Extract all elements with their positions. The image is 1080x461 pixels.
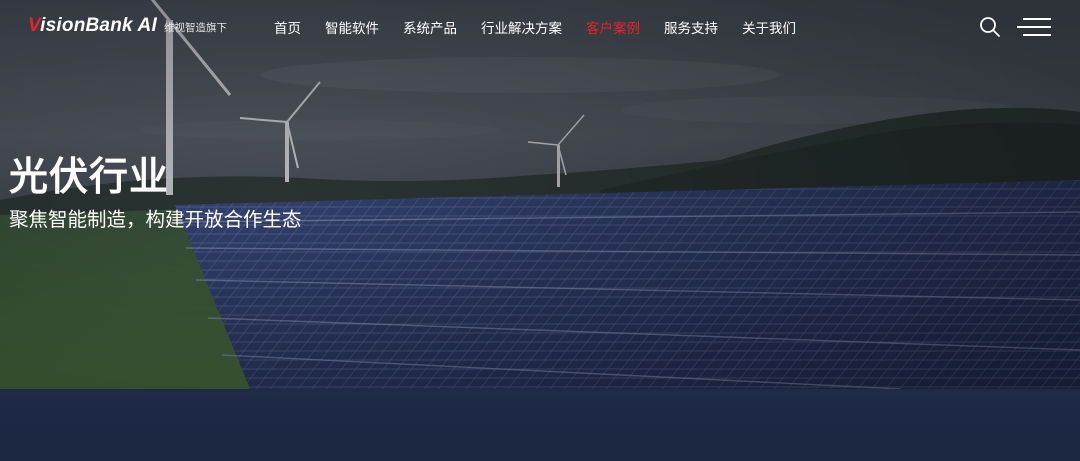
page: VisionBank AI 维视智造旗下 首页 智能软件 系统产品 行业解决方案… <box>0 0 1080 461</box>
hero-title: 光伏行业 <box>9 155 170 200</box>
main-nav: 首页 智能软件 系统产品 行业解决方案 客户案例 服务支持 关于我们 <box>274 17 820 37</box>
hamburger-menu-icon[interactable] <box>1017 17 1053 37</box>
nav-item-system-products[interactable]: 系统产品 <box>403 17 457 37</box>
logo-brand-initial: V <box>28 15 41 36</box>
nav-item-home[interactable]: 首页 <box>274 17 301 37</box>
nav-item-service-support[interactable]: 服务支持 <box>664 17 718 37</box>
logo-brand: VisionBank AI <box>28 15 157 37</box>
nav-item-industry-solutions[interactable]: 行业解决方案 <box>481 17 562 37</box>
nav-item-about-us[interactable]: 关于我们 <box>742 17 796 37</box>
nav-item-smart-software[interactable]: 智能软件 <box>325 17 379 37</box>
logo-brand-rest: isionBank AI <box>40 15 157 36</box>
nav-item-customer-cases[interactable]: 客户案例 <box>586 17 640 37</box>
site-header: VisionBank AI 维视智造旗下 首页 智能软件 系统产品 行业解决方案… <box>0 0 1080 54</box>
logo[interactable]: VisionBank AI 维视智造旗下 <box>28 15 227 37</box>
hero-subtitle: 聚焦智能制造，构建开放合作生态 <box>9 208 302 231</box>
search-icon[interactable] <box>979 16 1001 38</box>
content-section-background <box>0 389 1080 461</box>
logo-tagline: 维视智造旗下 <box>163 22 227 34</box>
